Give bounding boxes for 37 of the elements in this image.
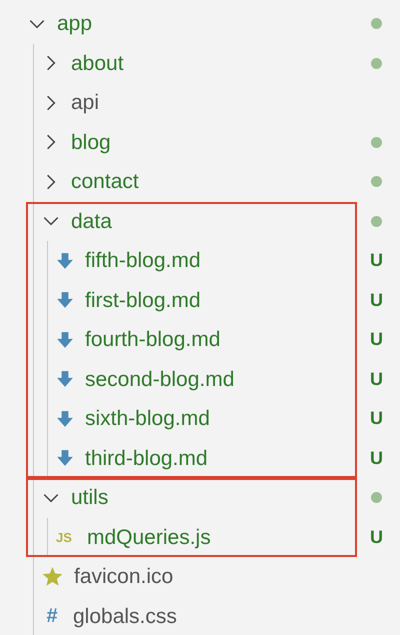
tree-row[interactable]: blog xyxy=(0,122,400,162)
file-name[interactable]: globals.css xyxy=(73,600,177,632)
status-letter: U xyxy=(370,328,383,352)
down-arrow-icon xyxy=(56,370,74,388)
folder-name[interactable]: blog xyxy=(71,126,111,158)
status-letter: U xyxy=(370,446,383,470)
status-letter: U xyxy=(370,249,383,272)
tree-row[interactable]: api xyxy=(0,83,400,122)
tree-row[interactable]: about xyxy=(0,44,400,83)
folder-name[interactable]: contact xyxy=(71,166,139,198)
file-name[interactable]: favicon.ico xyxy=(74,561,174,592)
down-arrow-icon xyxy=(56,252,74,270)
folder-name[interactable]: app xyxy=(57,8,92,40)
folder-name[interactable]: data xyxy=(71,206,112,237)
down-arrow-icon xyxy=(56,410,74,428)
status-letter: U xyxy=(370,407,383,430)
star-icon xyxy=(42,566,63,588)
folder-name[interactable]: utils xyxy=(71,482,108,514)
tree-row[interactable]: app xyxy=(0,4,400,44)
down-arrow-icon xyxy=(56,291,74,310)
file-name[interactable]: sixth-blog.md xyxy=(85,403,210,434)
folder-name[interactable]: about xyxy=(71,48,124,79)
file-name[interactable]: first-blog.md xyxy=(85,284,201,316)
down-arrow-icon xyxy=(56,449,74,468)
status-letter: U xyxy=(370,368,383,391)
file-name[interactable]: mdQueries.js xyxy=(87,522,211,553)
file-name[interactable]: third-blog.md xyxy=(85,442,208,474)
file-name[interactable]: second-blog.md xyxy=(85,364,234,395)
status-letter: U xyxy=(370,288,383,312)
js-icon: JS xyxy=(56,530,76,544)
file-name[interactable]: fifth-blog.md xyxy=(85,245,201,276)
file-name[interactable]: fourth-blog.md xyxy=(85,324,220,356)
folder-name[interactable]: api xyxy=(71,87,100,118)
tree-row[interactable]: contact xyxy=(0,162,400,202)
status-letter: U xyxy=(370,526,383,549)
down-arrow-icon xyxy=(56,330,74,349)
hash-icon: # xyxy=(42,606,62,626)
